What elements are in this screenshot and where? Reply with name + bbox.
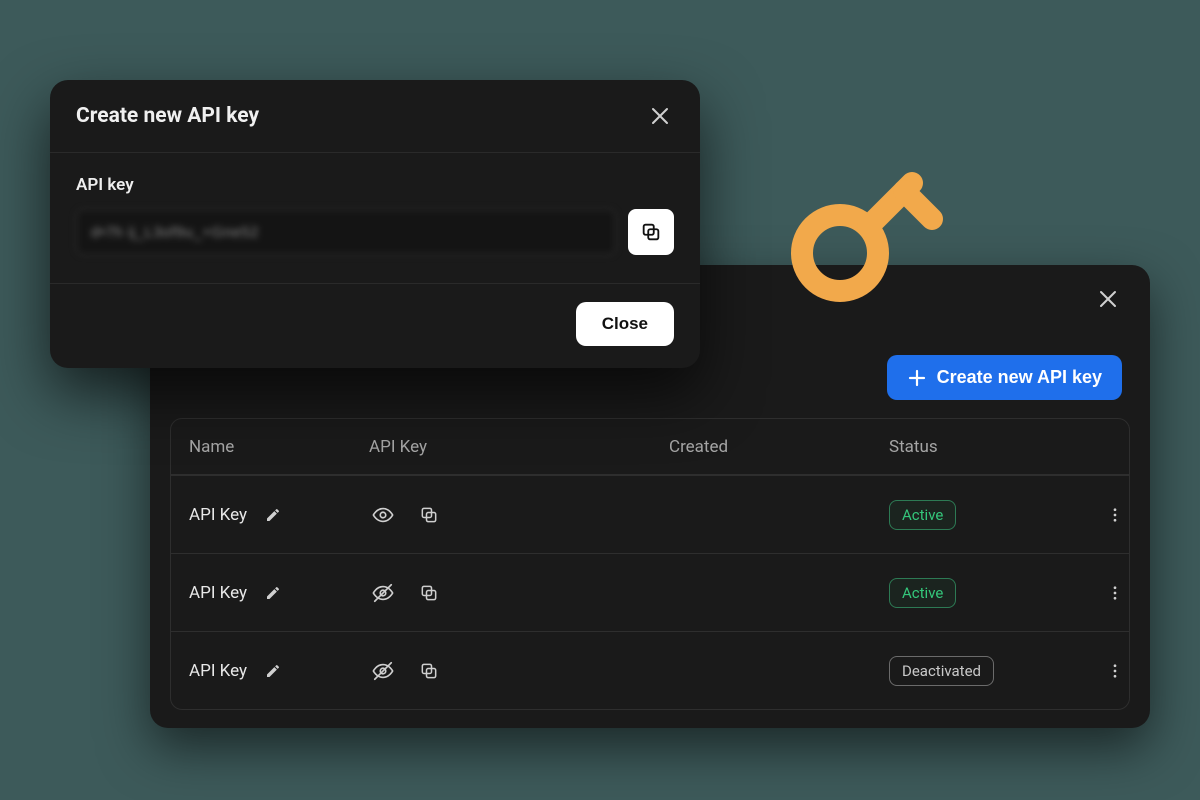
copy-icon	[419, 583, 439, 603]
toggle-visibility-button[interactable]	[369, 501, 397, 529]
close-dialog-button[interactable]	[646, 102, 674, 130]
row-name: API Key	[189, 583, 247, 603]
pencil-icon	[265, 663, 281, 679]
create-api-key-dialog: Create new API key API key Close	[50, 80, 700, 368]
row-menu-button[interactable]	[1101, 501, 1129, 529]
copy-icon	[640, 221, 662, 243]
copy-key-button[interactable]	[415, 579, 443, 607]
api-key-field-label: API key	[76, 175, 674, 195]
kebab-icon	[1106, 506, 1124, 524]
row-menu-button[interactable]	[1101, 657, 1129, 685]
dialog-footer: Close	[50, 284, 700, 368]
copy-api-key-button[interactable]	[628, 209, 674, 255]
key-icon	[780, 145, 950, 319]
row-menu-button[interactable]	[1101, 579, 1129, 607]
row-name: API Key	[189, 505, 247, 525]
row-name: API Key	[189, 661, 247, 681]
status-badge: Active	[889, 500, 956, 530]
eye-icon	[372, 504, 394, 526]
close-panel-button[interactable]	[1094, 285, 1122, 313]
eye-off-icon	[372, 582, 394, 604]
edit-name-button[interactable]	[259, 657, 287, 685]
close-button-label: Close	[602, 314, 648, 333]
dialog-title: Create new API key	[76, 104, 259, 128]
col-status: Status	[889, 437, 1069, 457]
toggle-visibility-button[interactable]	[369, 657, 397, 685]
status-badge: Deactivated	[889, 656, 994, 686]
edit-name-button[interactable]	[259, 579, 287, 607]
create-api-key-button[interactable]: Create new API key	[887, 355, 1122, 400]
col-api-key: API Key	[369, 437, 669, 457]
close-icon	[1098, 289, 1118, 309]
table-row: API Key Active	[171, 475, 1129, 553]
dialog-body: API key	[50, 153, 700, 284]
eye-off-icon	[372, 660, 394, 682]
api-keys-table: Name API Key Created Status API Key	[170, 418, 1130, 710]
pencil-icon	[265, 507, 281, 523]
copy-icon	[419, 661, 439, 681]
toggle-visibility-button[interactable]	[369, 579, 397, 607]
copy-icon	[419, 505, 439, 525]
close-icon	[650, 106, 670, 126]
copy-key-button[interactable]	[415, 501, 443, 529]
pencil-icon	[265, 585, 281, 601]
close-button[interactable]: Close	[576, 302, 674, 346]
api-key-input[interactable]	[76, 209, 616, 255]
col-name: Name	[189, 437, 369, 457]
plus-icon	[907, 368, 927, 388]
kebab-icon	[1106, 584, 1124, 602]
dialog-header: Create new API key	[50, 80, 700, 153]
create-api-key-label: Create new API key	[937, 367, 1102, 388]
table-header: Name API Key Created Status	[171, 419, 1129, 475]
status-badge: Active	[889, 578, 956, 608]
col-created: Created	[669, 437, 889, 457]
kebab-icon	[1106, 662, 1124, 680]
table-row: API Key Active	[171, 553, 1129, 631]
table-row: API Key Deactivated	[171, 631, 1129, 709]
edit-name-button[interactable]	[259, 501, 287, 529]
copy-key-button[interactable]	[415, 657, 443, 685]
